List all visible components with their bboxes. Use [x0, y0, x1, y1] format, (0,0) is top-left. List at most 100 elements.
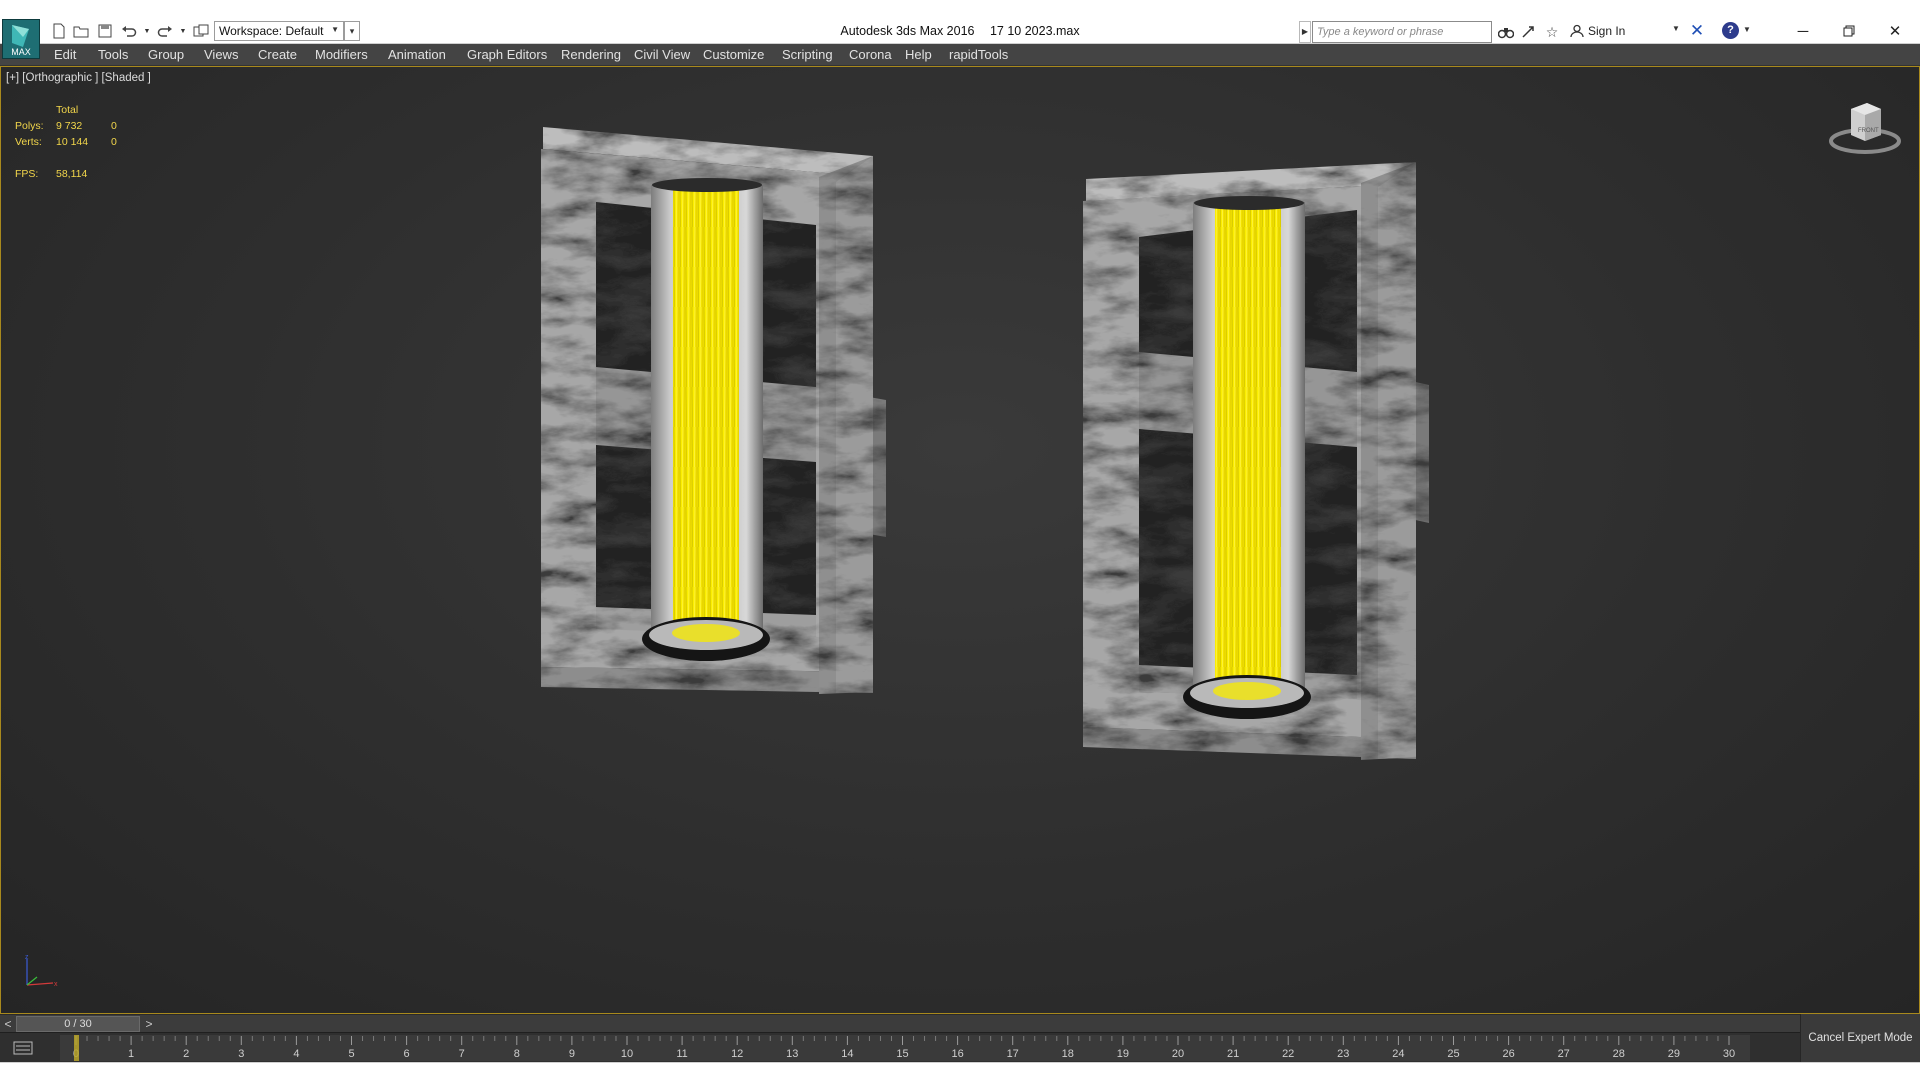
- light-fixture-left[interactable]: [541, 127, 886, 694]
- mini-curve-editor-icon[interactable]: [8, 1036, 38, 1060]
- svg-text:x: x: [54, 981, 58, 988]
- menu-graph-editors[interactable]: Graph Editors: [467, 47, 547, 62]
- viewport-label[interactable]: [+] [Orthographic ] [Shaded ]: [6, 72, 151, 84]
- menu-scripting[interactable]: Scripting: [782, 47, 833, 62]
- undo-icon[interactable]: [120, 22, 138, 40]
- frame-label: 13: [786, 1048, 798, 1060]
- frame-label: 9: [569, 1048, 575, 1060]
- frame-label: 26: [1502, 1048, 1514, 1060]
- frame-label: 27: [1558, 1048, 1570, 1060]
- redo-icon[interactable]: [156, 22, 174, 40]
- time-slider-thumb[interactable]: 0 / 30: [16, 1016, 140, 1032]
- customize-toolbar-button[interactable]: ▾: [344, 21, 360, 41]
- menu-group[interactable]: Group: [148, 47, 184, 62]
- app-name: Autodesk 3ds Max 2016: [840, 24, 975, 38]
- menu-edit[interactable]: Edit: [54, 47, 76, 62]
- menu-rendering[interactable]: Rendering: [561, 47, 621, 62]
- time-slider[interactable]: < 0 / 30 >: [0, 1014, 1800, 1032]
- viewcube-front-label: FRONT: [1858, 128, 1879, 134]
- chevron-down-icon: ▼: [331, 25, 339, 34]
- verts-label: Verts:: [15, 136, 42, 148]
- x-app-store-icon[interactable]: ✕: [1687, 21, 1707, 41]
- polys-value: 9 732: [56, 120, 83, 132]
- frame-label: 30: [1723, 1048, 1735, 1060]
- star-icon[interactable]: ☆: [1542, 22, 1562, 42]
- menu-bar: Edit Tools Group Views Create Modifiers …: [0, 44, 1920, 66]
- frame-label: 12: [731, 1048, 743, 1060]
- project-folder-icon[interactable]: [192, 22, 210, 40]
- stats-header: Total: [56, 104, 79, 116]
- restore-button[interactable]: [1826, 18, 1872, 44]
- save-icon[interactable]: [96, 22, 114, 40]
- application-menu-button[interactable]: MAX: [2, 19, 40, 59]
- frame-label: 7: [459, 1048, 465, 1060]
- frame-label: 20: [1172, 1048, 1184, 1060]
- menu-corona[interactable]: Corona: [849, 47, 892, 62]
- menu-animation[interactable]: Animation: [388, 47, 446, 62]
- status-bar: [0, 1062, 1920, 1080]
- redo-dropdown-icon[interactable]: ▼: [174, 22, 192, 40]
- frame-label: 11: [676, 1048, 687, 1060]
- chevron-down-icon[interactable]: ▼: [1743, 25, 1751, 34]
- exchange-icon[interactable]: [1518, 22, 1538, 42]
- frame-label: 10: [621, 1048, 633, 1060]
- viewport-scene: [541, 127, 1429, 760]
- help-icon[interactable]: ?: [1722, 22, 1739, 39]
- frame-label: 22: [1282, 1048, 1294, 1060]
- sign-in-label: Sign In: [1588, 24, 1626, 38]
- next-frame-button[interactable]: >: [142, 1015, 156, 1033]
- menu-rapidtools[interactable]: rapidTools: [949, 47, 1008, 62]
- track-bar[interactable]: 0123456789101112131415161718192021222324…: [0, 1032, 1800, 1062]
- frame-label: 29: [1668, 1048, 1680, 1060]
- polys-selected: 0: [111, 120, 117, 132]
- frame-label: 18: [1062, 1048, 1074, 1060]
- frame-label: 25: [1447, 1048, 1459, 1060]
- menu-modifiers[interactable]: Modifiers: [315, 47, 368, 62]
- menu-civil-view[interactable]: Civil View: [634, 47, 690, 62]
- previous-frame-button[interactable]: <: [2, 1015, 14, 1033]
- frame-ruler[interactable]: 0123456789101112131415161718192021222324…: [0, 1033, 1800, 1063]
- verts-value: 10 144: [56, 136, 89, 148]
- viewcube[interactable]: FRONT: [1827, 99, 1903, 159]
- search-input[interactable]: [1312, 21, 1492, 43]
- frame-label: 24: [1392, 1048, 1404, 1060]
- sign-in-button[interactable]: Sign In: [1570, 24, 1625, 38]
- verts-selected: 0: [111, 136, 117, 148]
- frame-label: 21: [1227, 1048, 1239, 1060]
- frame-label: 2: [183, 1048, 189, 1060]
- binoculars-icon[interactable]: [1496, 22, 1516, 42]
- frame-label: 16: [951, 1048, 963, 1060]
- menu-views[interactable]: Views: [204, 47, 238, 62]
- menu-customize[interactable]: Customize: [703, 47, 764, 62]
- frame-label: 19: [1117, 1048, 1129, 1060]
- frame-label: 8: [514, 1048, 520, 1060]
- perspective-viewport[interactable]: [+] [Orthographic ] [Shaded ] Total Poly…: [0, 66, 1920, 1014]
- menu-create[interactable]: Create: [258, 47, 297, 62]
- chevron-down-icon[interactable]: ▼: [1672, 24, 1680, 33]
- cancel-expert-mode-button[interactable]: Cancel Expert Mode: [1800, 1014, 1920, 1062]
- workspace-selector[interactable]: Workspace: Default ▼: [214, 21, 344, 41]
- search-expand-button[interactable]: ▶: [1299, 21, 1311, 43]
- title-bar: MAX ▼ ▼ Workspace: Default ▼ ▾ Autodesk …: [0, 0, 1920, 59]
- frame-label: 14: [841, 1048, 853, 1060]
- user-icon: [1570, 24, 1584, 38]
- frame-label: 4: [293, 1048, 299, 1060]
- file-name: 17 10 2023.max: [989, 24, 1080, 38]
- frame-label: 6: [404, 1048, 410, 1060]
- open-folder-icon[interactable]: [72, 22, 90, 40]
- new-file-icon[interactable]: [50, 22, 68, 40]
- 3ds-max-logo-icon: [12, 25, 29, 47]
- light-fixture-right[interactable]: [1083, 162, 1429, 760]
- frame-label: 17: [1007, 1048, 1019, 1060]
- menu-help[interactable]: Help: [905, 47, 932, 62]
- close-button[interactable]: ✕: [1872, 18, 1918, 44]
- fps-label: FPS:: [15, 168, 39, 180]
- frame-label: 28: [1613, 1048, 1625, 1060]
- axis-tripod-icon: z x: [25, 954, 58, 988]
- minimize-button[interactable]: ─: [1780, 18, 1826, 44]
- undo-dropdown-icon[interactable]: ▼: [138, 22, 156, 40]
- frame-label: 15: [896, 1048, 908, 1060]
- menu-tools[interactable]: Tools: [98, 47, 128, 62]
- frame-label: 23: [1337, 1048, 1349, 1060]
- current-frame-marker[interactable]: [74, 1035, 79, 1061]
